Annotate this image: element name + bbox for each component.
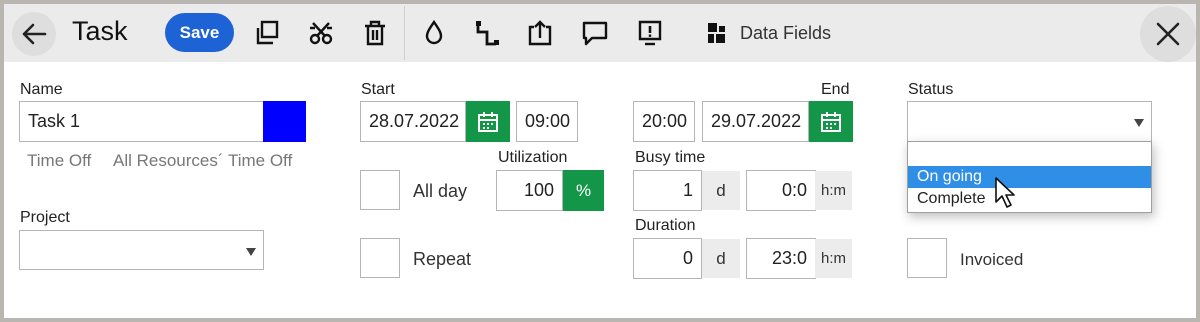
- comment-icon: [582, 21, 608, 46]
- repeat-label: Repeat: [413, 249, 472, 269]
- all-day-label: All day: [413, 181, 468, 201]
- duration-days-unit: d: [702, 239, 740, 278]
- utilization-input[interactable]: 100: [496, 170, 563, 211]
- color-swatch[interactable]: [263, 101, 306, 142]
- busy-time-hm-unit: h:m: [815, 171, 852, 210]
- toolbar-divider: [404, 6, 405, 60]
- end-date-picker-button[interactable]: [809, 101, 853, 142]
- cursor-pointer-icon: [995, 177, 1015, 208]
- end-label: End: [821, 81, 850, 98]
- busy-time-days-input[interactable]: 1: [633, 170, 702, 211]
- export-button[interactable]: [520, 13, 560, 53]
- time-off-link[interactable]: Time Off: [27, 151, 91, 171]
- duration-hm-unit: h:m: [815, 239, 852, 278]
- start-date-input[interactable]: 28.07.2022: [360, 101, 466, 142]
- page-title: Task: [72, 16, 128, 46]
- link-button[interactable]: [467, 13, 507, 53]
- task-dialog: Task Save Data Fields Name Task 1 Time O…: [4, 4, 1196, 318]
- back-button[interactable]: [12, 12, 56, 56]
- start-time-input[interactable]: 09:00: [516, 101, 578, 142]
- chevron-down-icon: [1134, 119, 1144, 127]
- copy-button[interactable]: [247, 13, 287, 53]
- busy-time-label: Busy time: [635, 149, 706, 166]
- all-resources-time-off-link[interactable]: All Resources´ Time Off: [113, 151, 292, 171]
- drop-icon: [425, 19, 443, 45]
- link-icon: [476, 21, 499, 46]
- copy-icon: [256, 20, 279, 45]
- status-option-on-going[interactable]: On going: [908, 166, 1151, 188]
- duration-hm-input[interactable]: 23:0: [746, 238, 816, 279]
- trash-icon: [365, 20, 385, 46]
- end-date-input[interactable]: 29.07.2022: [702, 101, 809, 142]
- utilization-label: Utilization: [498, 149, 568, 166]
- all-day-checkbox[interactable]: [360, 170, 400, 210]
- start-label: Start: [361, 81, 395, 98]
- cut-button[interactable]: [301, 13, 341, 53]
- invoiced-label: Invoiced: [960, 250, 1024, 269]
- alert-button[interactable]: [630, 13, 670, 53]
- back-icon: [22, 23, 47, 45]
- duration-label: Duration: [635, 217, 696, 234]
- project-label: Project: [20, 209, 70, 226]
- status-option-empty[interactable]: [908, 144, 1151, 166]
- calendar-icon: [478, 111, 498, 132]
- color-button[interactable]: [414, 13, 454, 53]
- project-select[interactable]: [19, 230, 264, 270]
- close-button[interactable]: [1140, 6, 1196, 62]
- data-fields-label: Data Fields: [740, 22, 832, 43]
- alert-icon: [638, 20, 662, 46]
- close-icon: [1156, 22, 1180, 46]
- invoiced-checkbox[interactable]: [907, 238, 947, 278]
- repeat-checkbox[interactable]: [360, 238, 400, 278]
- busy-time-hm-input[interactable]: 0:0: [746, 170, 816, 211]
- start-date-picker-button[interactable]: [466, 101, 510, 142]
- comment-button[interactable]: [575, 13, 615, 53]
- delete-button[interactable]: [355, 13, 395, 53]
- busy-time-days-unit: d: [702, 171, 740, 210]
- calendar-icon: [821, 111, 841, 132]
- toolbar: Task Save Data Fields: [4, 4, 1196, 62]
- save-button[interactable]: Save: [165, 13, 234, 52]
- name-label: Name: [20, 81, 63, 98]
- end-time-input[interactable]: 20:00: [633, 101, 695, 142]
- status-select[interactable]: [907, 101, 1152, 142]
- chevron-down-icon: [246, 248, 256, 256]
- data-fields-button[interactable]: Data Fields: [706, 19, 831, 47]
- utilization-unit: %: [563, 170, 604, 211]
- duration-days-input[interactable]: 0: [633, 238, 702, 279]
- status-label: Status: [908, 81, 954, 98]
- data-fields-icon: [708, 23, 725, 43]
- status-option-complete[interactable]: Complete: [908, 188, 1151, 210]
- name-input[interactable]: Task 1: [19, 101, 264, 142]
- status-dropdown: On going Complete: [907, 141, 1152, 213]
- cut-icon: [309, 22, 333, 45]
- export-icon: [528, 20, 552, 46]
